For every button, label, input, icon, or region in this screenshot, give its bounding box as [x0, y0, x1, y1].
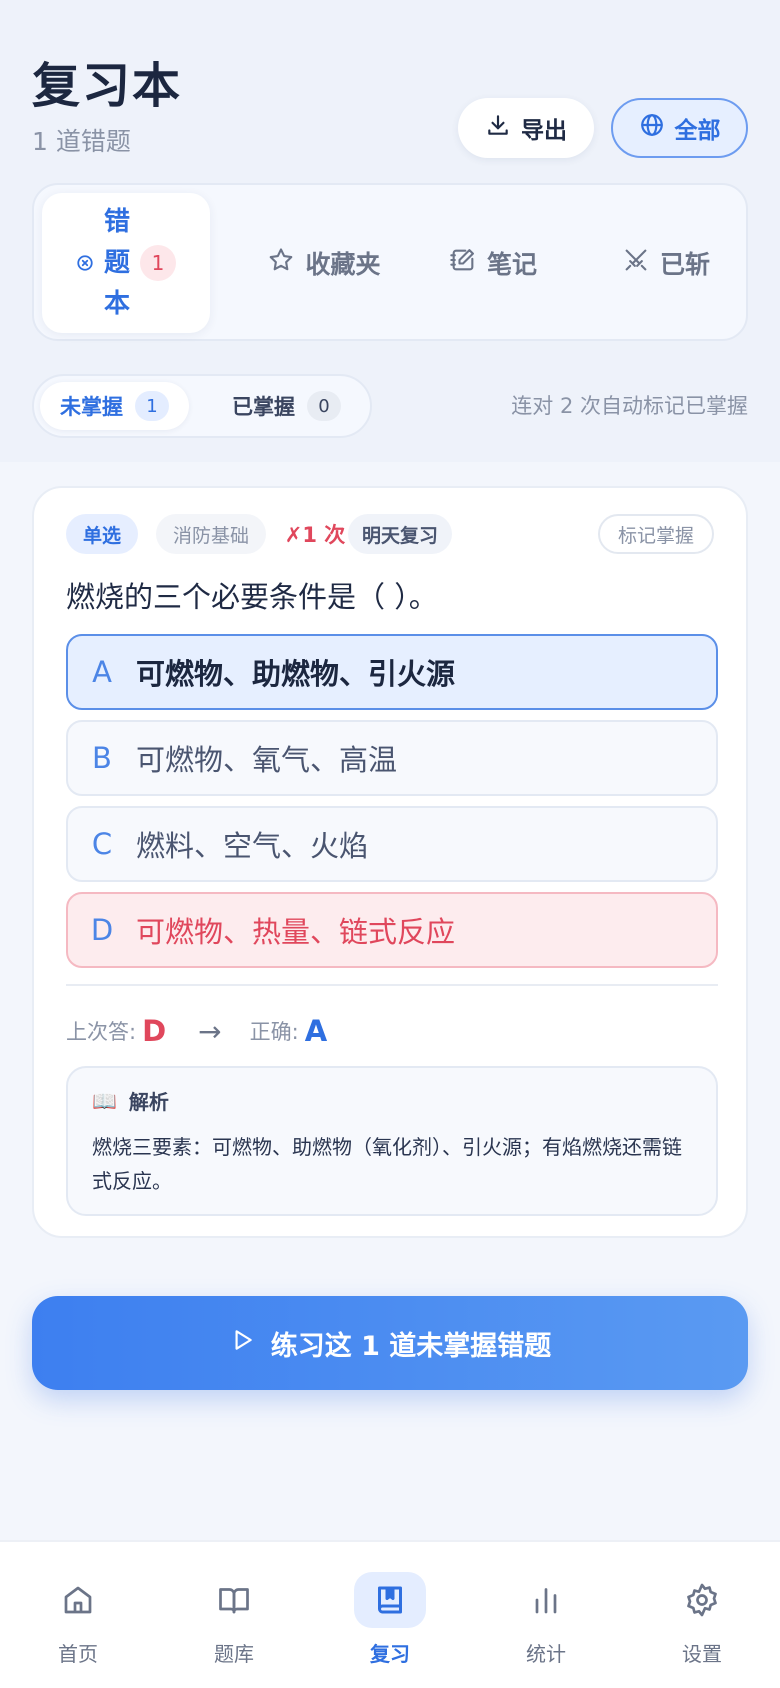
explanation-header: 📖 解析 — [92, 1086, 169, 1115]
tab-cut-label: 已斩 — [659, 250, 710, 279]
option-text: 可燃物、热量、链式反应 — [136, 915, 456, 949]
answer-comparison: 上次答: D → 正确: A — [66, 1006, 327, 1056]
globe-icon — [639, 112, 665, 144]
option-d[interactable]: D 可燃物、热量、链式反应 — [66, 892, 718, 968]
question-text: 燃烧的三个必要条件是（ ）。 — [66, 580, 438, 614]
practice-button[interactable]: 练习这 1 道未掌握错题 — [32, 1296, 748, 1390]
mastery-filter: 未掌握 1 已掌握 0 — [32, 374, 372, 438]
option-letter: B — [92, 741, 112, 775]
star-icon — [267, 246, 295, 280]
last-answer-label: 上次答: — [66, 1020, 137, 1044]
filter-unmastered-count: 1 — [135, 391, 169, 421]
nav-home-label: 首页 — [58, 1642, 98, 1666]
auto-mastery-hint: 连对 2 次自动标记已掌握 — [511, 394, 748, 418]
export-button[interactable]: 导出 — [458, 98, 594, 158]
book-icon: 📖 — [92, 1088, 117, 1113]
tab-wrong-book-char: 题 — [103, 247, 130, 278]
wrong-times-tag: ✗1 次 — [284, 523, 346, 547]
nav-item-settings[interactable]: 设置 — [647, 1572, 757, 1667]
tab-favorites[interactable]: 收藏夹 — [238, 193, 410, 333]
play-icon — [229, 1327, 255, 1360]
x-circle-icon — [76, 249, 94, 278]
explanation-text: 燃烧三要素：可燃物、助燃物（氧化剂）、引火源；有焰燃烧还需链式反应。 — [92, 1135, 682, 1193]
tab-wrong-book-label: 错 题 本 — [104, 202, 130, 325]
mark-mastered-button[interactable]: 标记掌握 — [598, 514, 714, 554]
wrong-count-badge: 1 — [140, 245, 176, 281]
home-icon — [42, 1572, 114, 1628]
page-subtitle: 1 道错题 — [32, 127, 131, 156]
swords-icon — [622, 246, 650, 280]
option-a[interactable]: A 可燃物、助燃物、引火源 — [66, 634, 718, 710]
download-icon — [485, 112, 511, 144]
scope-button[interactable]: 全部 — [611, 98, 748, 158]
tab-notes[interactable]: 笔记 — [420, 193, 566, 333]
next-review-tag: 明天复习 — [348, 514, 452, 554]
question-type-tag: 单选 — [66, 514, 138, 554]
question-card: 单选 消防基础 ✗1 次 明天复习 标记掌握 燃烧的三个必要条件是（ ）。 A … — [32, 486, 748, 1238]
subject-tag: 消防基础 — [156, 514, 266, 554]
bar-chart-icon — [510, 1572, 582, 1628]
tab-wrong-book-char: 错 — [103, 206, 130, 237]
export-label: 导出 — [521, 118, 567, 144]
bottom-navigation: 首页 题库 复习 统计 设置 — [0, 1540, 780, 1688]
correct-answer-value: A — [304, 1014, 328, 1048]
option-text: 可燃物、氧气、高温 — [136, 743, 398, 777]
filter-mastered-count: 0 — [307, 391, 341, 421]
nav-item-home[interactable]: 首页 — [23, 1572, 133, 1667]
gear-icon — [666, 1572, 738, 1628]
nav-item-review[interactable]: 复习 — [335, 1572, 445, 1667]
tab-mastered-cut[interactable]: 已斩 — [586, 193, 746, 333]
page-title: 复习本 — [32, 58, 183, 114]
divider — [66, 984, 718, 986]
book-open-icon — [198, 1572, 270, 1628]
arrow-right-icon: → — [198, 1014, 222, 1048]
last-answer-value: D — [142, 1014, 167, 1048]
filter-unmastered[interactable]: 未掌握 1 — [40, 382, 189, 430]
bookmark-book-icon — [354, 1572, 426, 1628]
option-text: 燃料、空气、火焰 — [136, 829, 369, 863]
edit-icon — [449, 246, 477, 280]
option-letter: A — [92, 655, 112, 689]
nav-review-label: 复习 — [370, 1642, 410, 1666]
nav-item-question-bank[interactable]: 题库 — [179, 1572, 289, 1667]
tab-notes-label: 笔记 — [486, 250, 537, 279]
filter-unmastered-label: 未掌握 — [60, 395, 123, 419]
nav-stats-label: 统计 — [526, 1642, 566, 1666]
correct-answer-label: 正确: — [249, 1020, 299, 1044]
explanation-title: 解析 — [128, 1090, 169, 1114]
option-c[interactable]: C 燃料、空气、火焰 — [66, 806, 718, 882]
tab-favorites-label: 收藏夹 — [305, 250, 381, 279]
filter-mastered-label: 已掌握 — [232, 395, 295, 419]
option-letter: C — [91, 827, 113, 861]
option-text: 可燃物、助燃物、引火源 — [136, 657, 456, 691]
explanation-box: 📖 解析 燃烧三要素：可燃物、助燃物（氧化剂）、引火源；有焰燃烧还需链式反应。 — [66, 1066, 718, 1216]
option-b[interactable]: B 可燃物、氧气、高温 — [66, 720, 718, 796]
filter-mastered[interactable]: 已掌握 0 — [212, 382, 361, 430]
scope-label: 全部 — [674, 118, 721, 144]
tab-wrong-book-char: 本 — [103, 288, 130, 319]
nav-item-stats[interactable]: 统计 — [491, 1572, 601, 1667]
category-segments: 错 题 本 1 收藏夹 笔记 已斩 — [32, 183, 748, 341]
nav-bank-label: 题库 — [214, 1642, 254, 1666]
tab-wrong-book[interactable]: 错 题 本 1 — [42, 193, 210, 333]
option-letter: D — [90, 913, 114, 947]
nav-settings-label: 设置 — [682, 1642, 722, 1666]
practice-button-label: 练习这 1 道未掌握错题 — [270, 1330, 552, 1362]
